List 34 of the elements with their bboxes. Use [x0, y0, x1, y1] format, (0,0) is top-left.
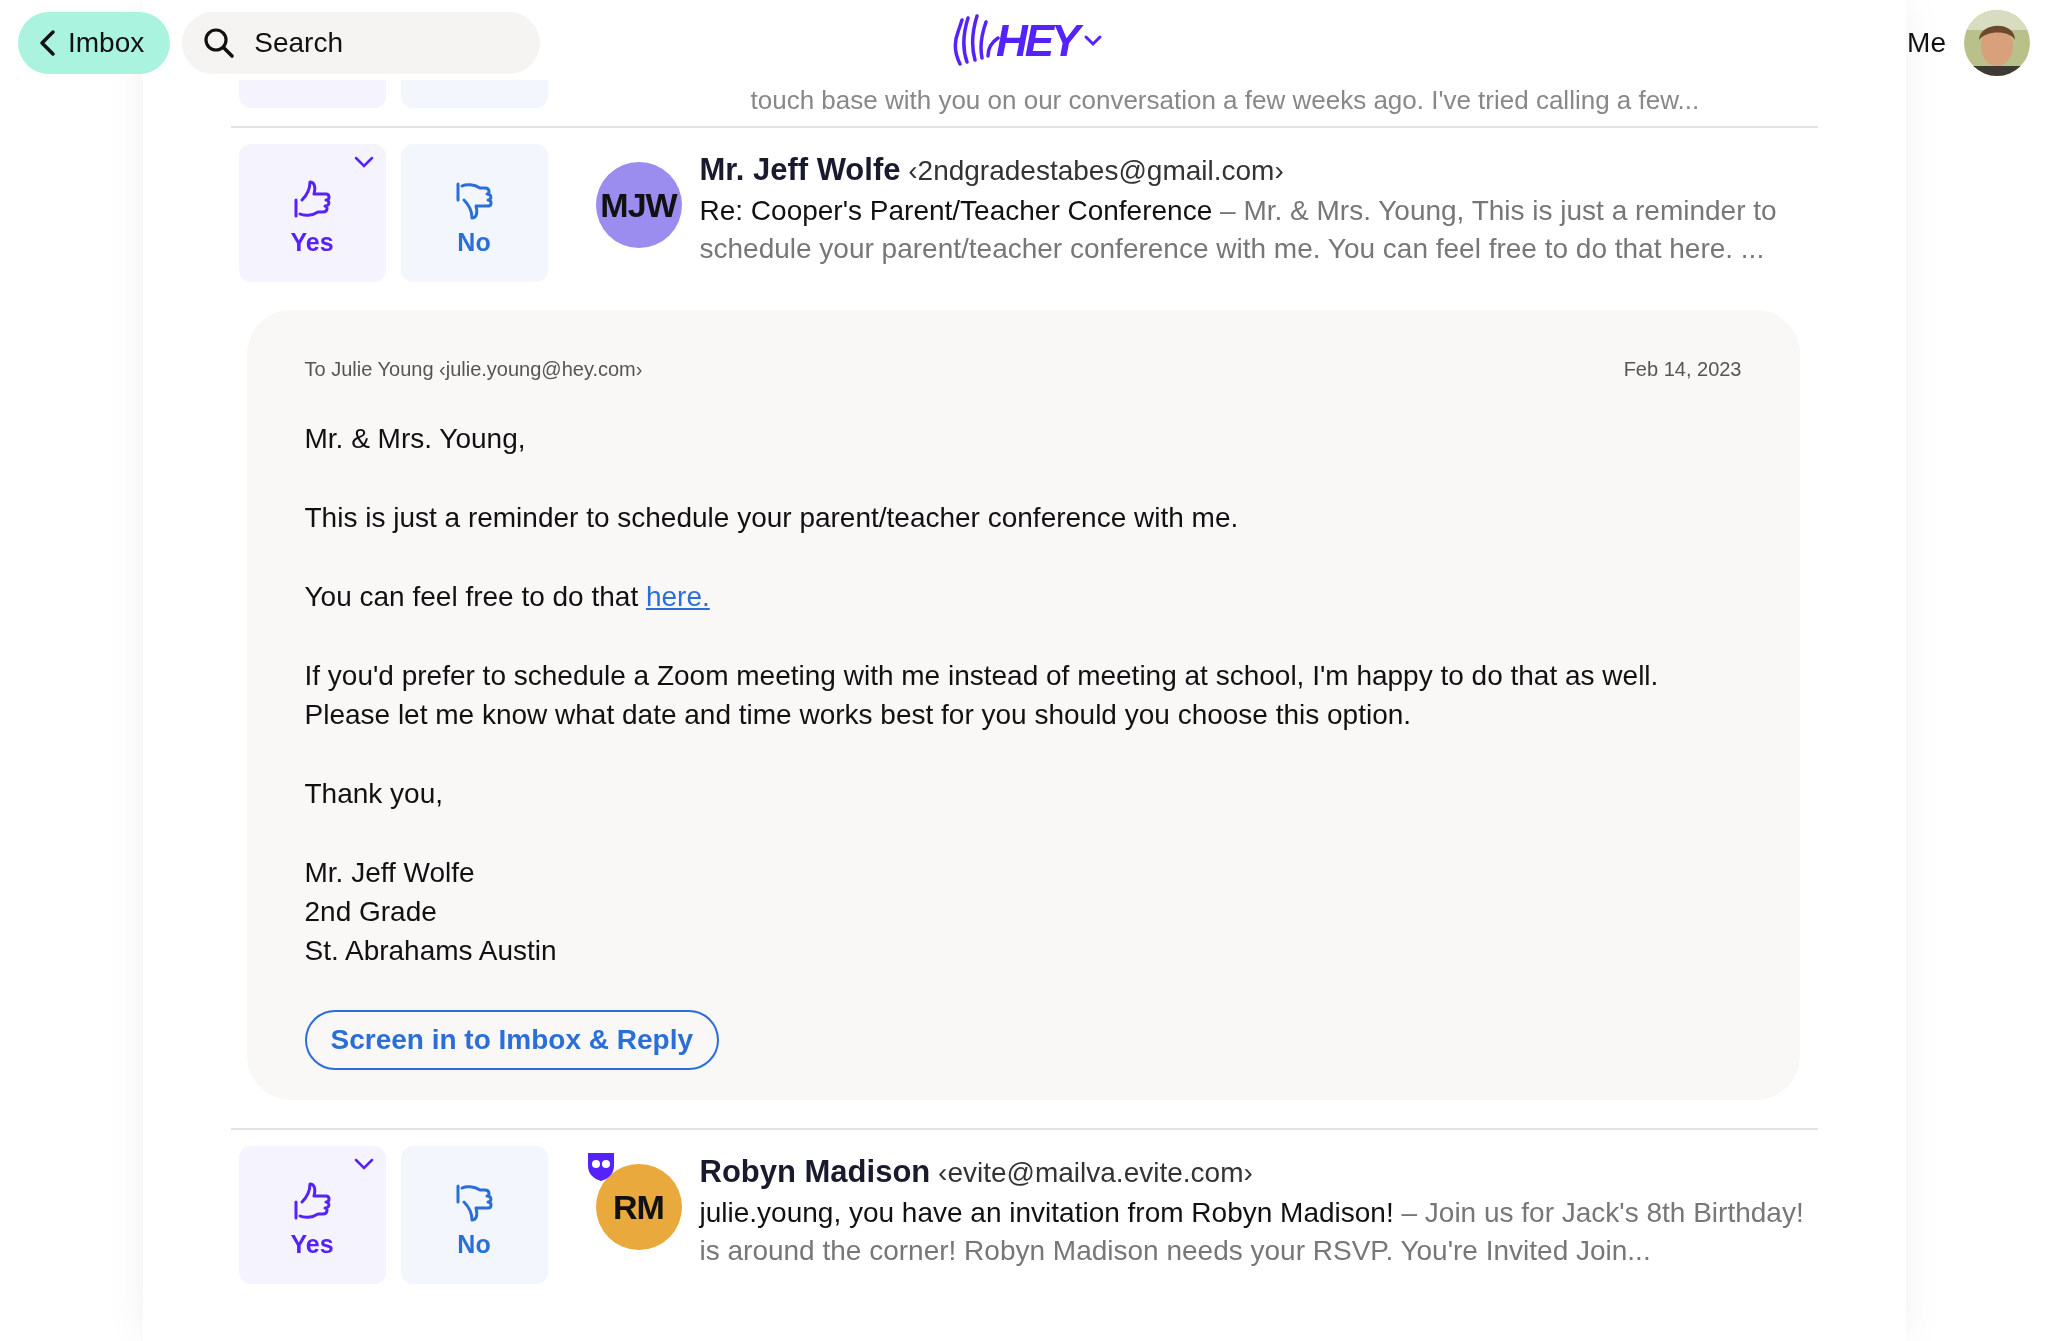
message-paragraph: Thank you,	[304, 777, 445, 811]
email-summary[interactable]: julie.young, you have an invitation from Robyn Madison! – Join us for Jack's 8th Birthday! is around the corner! Robyn Madison needs your RSVP. You're Invited Join...	[699, 1194, 1818, 1270]
search-icon	[202, 26, 237, 60]
recipient-line: To Julie Young ‹julie.young@hey.com›	[304, 358, 643, 381]
user-label[interactable]: Me	[1907, 27, 1946, 59]
hey-logo[interactable]: HEY	[950, 12, 1104, 70]
back-button[interactable]: Imbox	[18, 12, 171, 74]
back-chevron-icon	[38, 29, 56, 57]
yes-button[interactable]: Yes	[238, 1146, 386, 1284]
sender-name: Mr. Jeff Wolfe	[699, 152, 901, 187]
message-paragraph: You can feel free to do that here.	[304, 580, 711, 614]
signature-line: 2nd Grade	[304, 895, 438, 929]
yes-button[interactable]: Yes	[238, 144, 386, 282]
signature-line: St. Abrahams Austin	[304, 934, 558, 968]
message-date: Feb 14, 2023	[1623, 358, 1742, 381]
avatar: RM	[595, 1164, 682, 1250]
no-button[interactable]: No	[400, 1146, 548, 1284]
signature-line: Mr. Jeff Wolfe	[304, 856, 476, 890]
message-link[interactable]: here.	[645, 581, 710, 612]
search-field[interactable]: Search	[182, 12, 541, 74]
message-paragraph: If you'd prefer to schedule a Zoom meeting with me instead of meeting at school, I'm happy to do that as well. Please let me know what date and time works best for you should you choose this option.	[304, 659, 1660, 732]
email-summary[interactable]: Re: Cooper's Parent/Teacher Conference – Mr. & Mrs. Young, This is just a reminder to schedule your parent/teacher conference with me. You can feel free to do that here. ...	[699, 192, 1818, 268]
avatar: MJW	[595, 162, 682, 248]
caret-icon	[353, 1158, 374, 1170]
no-button[interactable]: No	[400, 144, 548, 282]
sender-email: ‹2ndgradestabes@gmail.com›	[908, 155, 1284, 186]
sender-email: ‹evite@mailva.evite.com›	[938, 1157, 1253, 1188]
email-preview: touch base with you on our conversation a few weeks ago. I've tried calling a few...	[750, 84, 1700, 116]
message-paragraph: This is just a reminder to schedule your parent/teacher conference with me.	[304, 501, 1240, 535]
screen-in-button[interactable]: Screen in to Imbox & Reply	[304, 1010, 720, 1070]
message-paragraph: Mr. & Mrs. Young,	[304, 422, 527, 456]
caret-icon	[353, 156, 374, 168]
sender-name: Robyn Madison	[699, 1154, 931, 1189]
caret-icon	[1083, 34, 1104, 48]
